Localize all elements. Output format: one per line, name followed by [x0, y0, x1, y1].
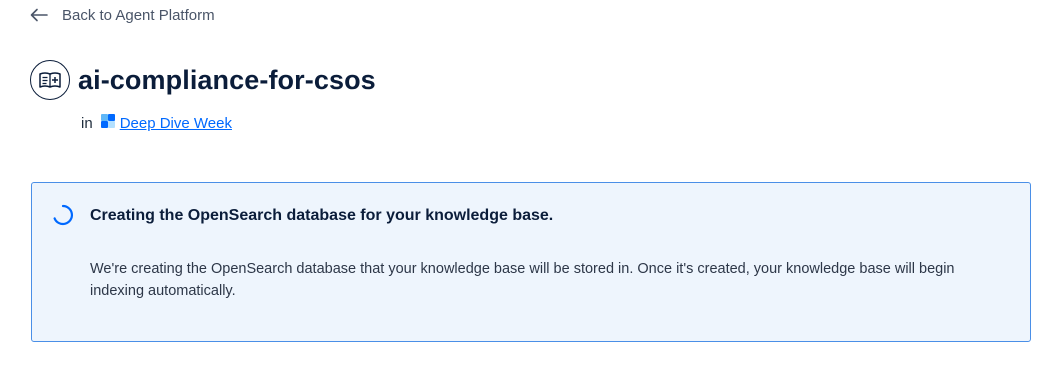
- project-link[interactable]: Deep Dive Week: [120, 115, 232, 132]
- in-label: in: [81, 114, 93, 132]
- status-alert: Creating the OpenSearch database for you…: [31, 182, 1031, 342]
- status-message: We're creating the OpenSearch database t…: [90, 261, 955, 299]
- page: Back to Agent Platform ai-compliance-for…: [0, 0, 1062, 370]
- back-link-label: Back to Agent Platform: [62, 6, 215, 24]
- project-icon: [100, 113, 116, 133]
- page-header: ai-compliance-for-csos: [30, 60, 376, 100]
- project-breadcrumb: in Deep Dive Week: [81, 113, 232, 133]
- status-title: Creating the OpenSearch database for you…: [90, 207, 554, 224]
- knowledge-base-icon: [30, 60, 70, 100]
- back-to-agent-platform-link[interactable]: Back to Agent Platform: [30, 4, 215, 26]
- loading-spinner-icon: [52, 204, 74, 226]
- arrow-left-icon: [30, 8, 48, 22]
- page-title: ai-compliance-for-csos: [78, 64, 376, 95]
